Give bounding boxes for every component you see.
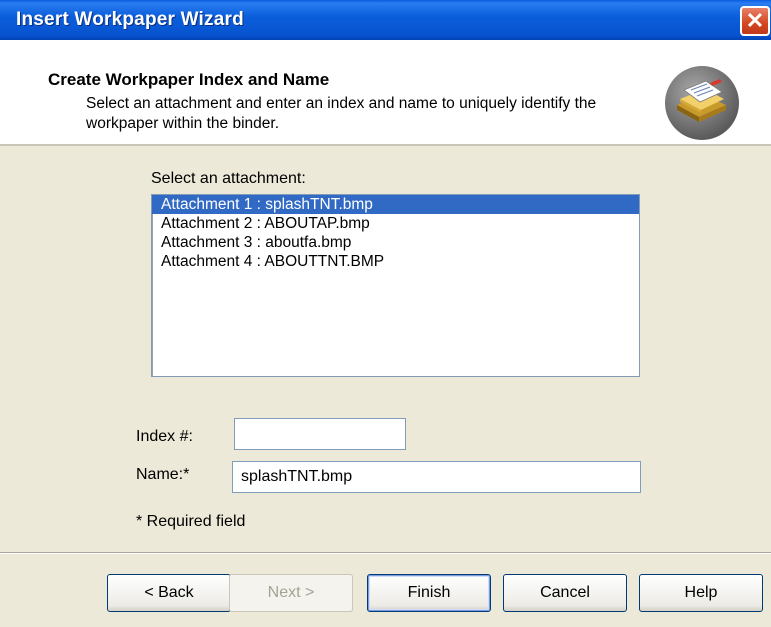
index-label: Index #: — [136, 428, 193, 445]
list-item[interactable]: Attachment 4 : ABOUTTNT.BMP — [152, 252, 639, 271]
workpaper-stack-icon — [665, 66, 739, 140]
help-button[interactable]: Help — [639, 574, 763, 612]
title-bar[interactable]: Insert Workpaper Wizard ✕ — [0, 0, 771, 40]
attachment-list-label: Select an attachment: — [151, 170, 306, 187]
list-item[interactable]: Attachment 3 : aboutfa.bmp — [152, 233, 639, 252]
required-field-note: * Required field — [136, 513, 246, 530]
wizard-header: Create Workpaper Index and Name Select a… — [0, 40, 771, 146]
button-divider — [0, 552, 771, 554]
name-label: Name:* — [136, 466, 190, 483]
next-button[interactable]: Next > — [229, 574, 353, 612]
header-description: Select an attachment and enter an index … — [86, 95, 597, 132]
wizard-window: Insert Workpaper Wizard ✕ Create Workpap… — [0, 0, 771, 627]
back-button[interactable]: < Back — [107, 574, 231, 612]
finish-button[interactable]: Finish — [367, 574, 491, 612]
index-field[interactable] — [234, 418, 406, 450]
header-title: Create Workpaper Index and Name — [48, 70, 330, 89]
list-item[interactable]: Attachment 2 : ABOUTAP.bmp — [152, 214, 639, 233]
attachment-list[interactable]: Attachment 1 : splashTNT.bmp Attachment … — [151, 194, 640, 377]
cancel-button[interactable]: Cancel — [503, 574, 627, 612]
close-icon[interactable]: ✕ — [740, 6, 770, 36]
list-item[interactable]: Attachment 1 : splashTNT.bmp — [152, 195, 639, 214]
window-title: Insert Workpaper Wizard — [16, 9, 244, 30]
name-field[interactable]: splashTNT.bmp — [232, 461, 641, 493]
